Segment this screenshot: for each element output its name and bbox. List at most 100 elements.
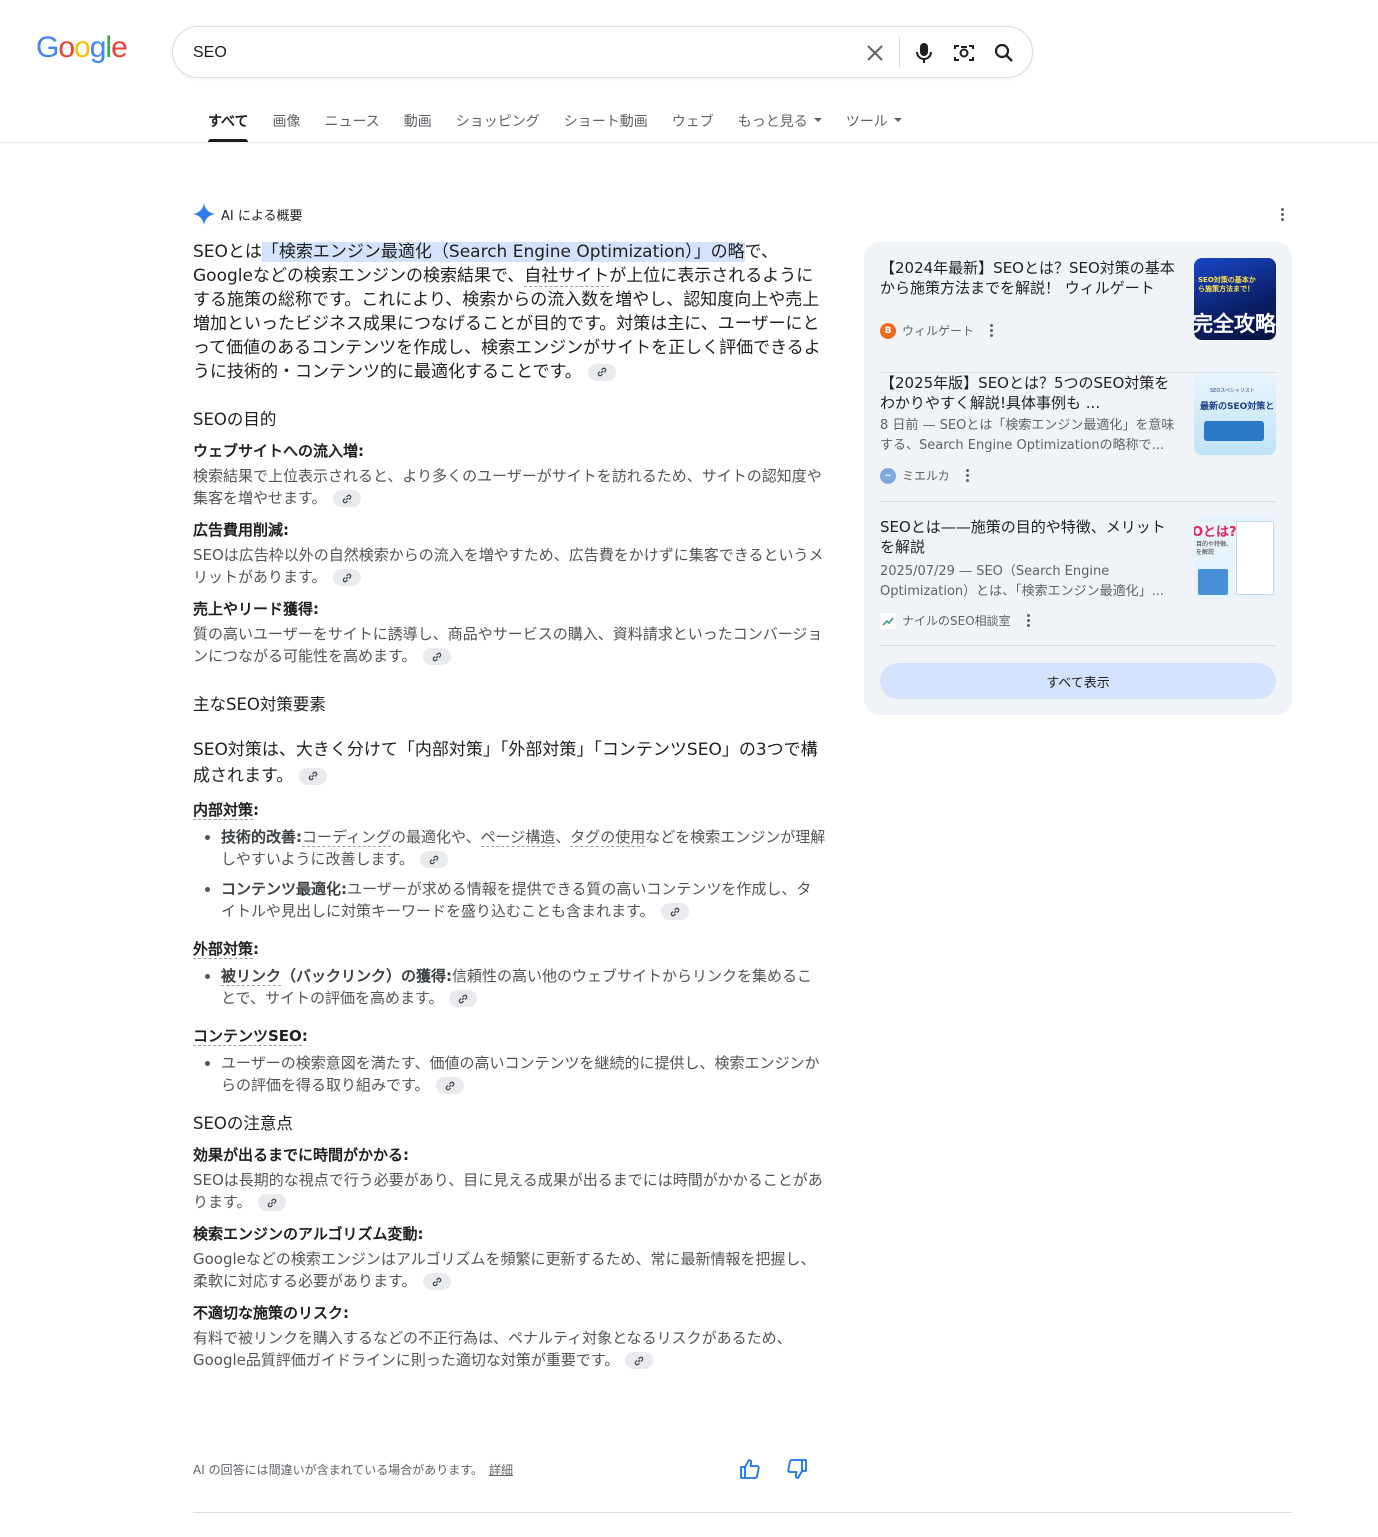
- logo-letter: g: [89, 31, 107, 64]
- source-snippet: 8 日前 — SEOとは「検索エンジン最適化」を意味する、Search Engi…: [880, 418, 1175, 453]
- ai-overview-more-icon[interactable]: [1281, 208, 1285, 224]
- content-seo-link[interactable]: コンテンツSEO: [193, 1027, 302, 1046]
- internal-measures-link[interactable]: 内部対策: [193, 801, 254, 820]
- caution-item-title: 検索エンジンのアルゴリズム変動:: [193, 1225, 424, 1243]
- elements-lead: SEO対策は、大きく分けて「内部対策」「外部対策」「コンテンツSEO」の3つで構…: [193, 737, 826, 789]
- source-title[interactable]: SEOとは——施策の目的や特徴、メリットを解説: [880, 517, 1180, 557]
- source-site-name: ウィルゲート: [902, 324, 975, 338]
- citation-link-icon[interactable]: [625, 1352, 654, 1369]
- source-site-name: ナイルのSEO相談室: [902, 614, 1011, 628]
- intro-text: SEOとは: [193, 242, 262, 262]
- tab-shopping[interactable]: ショッピング: [456, 111, 540, 142]
- source-separator: [880, 501, 1276, 502]
- list-item-bold: 技術的改善:: [221, 828, 302, 846]
- citation-link-icon[interactable]: [332, 490, 361, 507]
- ai-overview-label: AI による概要: [221, 208, 303, 224]
- microphone-icon[interactable]: [912, 41, 936, 65]
- caution-item-text: Googleなどの検索エンジンはアルゴリズムを頻繁に更新するため、常に最新情報を…: [193, 1248, 826, 1292]
- intro-link-own-site[interactable]: 自社サイト: [524, 266, 610, 287]
- disclaimer-text: AI の回答には間違いが含まれている場合があります。: [193, 1463, 484, 1477]
- purpose-item-title: 広告費用削減:: [193, 521, 289, 539]
- source-item[interactable]: 【2025年版】SEOとは？5つのSEO対策をわかりやすく解説!具体事例も ..…: [880, 373, 1276, 502]
- citation-link-icon[interactable]: [299, 767, 328, 785]
- source-item[interactable]: 【2024年最新】SEOとは？SEO対策の基本から施策方法までを解説！ ウィルゲ…: [880, 258, 1276, 373]
- external-measures-link[interactable]: 外部対策: [193, 940, 254, 959]
- list-item-bold: （バックリンク）の獲得:: [281, 967, 453, 985]
- mieruca-favicon-icon: ~: [880, 467, 896, 484]
- citation-link-icon[interactable]: [449, 990, 478, 1007]
- source-title[interactable]: 【2025年版】SEOとは？5つのSEO対策をわかりやすく解説!具体事例も ..…: [880, 373, 1180, 413]
- source-item[interactable]: SEOとは——施策の目的や特徴、メリットを解説 2025/07/29 — SEO…: [880, 517, 1276, 646]
- google-logo[interactable]: Google: [36, 31, 128, 65]
- link-tag-usage[interactable]: タグの使用: [570, 828, 646, 847]
- show-all-sources-button[interactable]: すべて表示: [880, 663, 1276, 699]
- thumbnail-text: 完全攻略: [1194, 312, 1276, 336]
- thumbnail-subtext: SEO対策の基本から施策方法まで！: [1198, 276, 1256, 293]
- search-box: [172, 26, 1033, 78]
- list-item: コンテンツ最適化:ユーザーが求める情報を提供できる質の高いコンテンツを作成し、タ…: [221, 878, 826, 922]
- source-site: ~ ミエルカ: [880, 467, 970, 484]
- tab-news[interactable]: ニュース: [324, 111, 379, 142]
- caution-text: SEOは長期的な視点で行う必要があり、目に見える成果が出るまでには時間がかかるこ…: [193, 1171, 823, 1211]
- citation-link-icon[interactable]: [257, 1194, 286, 1211]
- caution-text: 有料で被リンクを購入するなどの不正行為は、ペナルティ対象となるリスクがあるため、…: [193, 1329, 792, 1369]
- thumbnail-shape: [1204, 421, 1264, 441]
- source-more-icon[interactable]: [1026, 613, 1031, 630]
- list-item: 技術的改善:コーディングの最適化や、ページ構造、タグの使用などを検索エンジンが理…: [221, 826, 826, 870]
- lens-camera-icon[interactable]: [952, 41, 976, 65]
- citation-link-icon[interactable]: [422, 1273, 451, 1290]
- source-thumbnail[interactable]: Oとは? 目的や特徴、を解説: [1194, 517, 1276, 599]
- clear-icon[interactable]: [863, 41, 887, 65]
- tab-images[interactable]: 画像: [272, 111, 300, 142]
- section-heading-cautions: SEOの注意点: [193, 1114, 293, 1133]
- source-title[interactable]: 【2024年最新】SEOとは？SEO対策の基本から施策方法までを解説！ ウィルゲ…: [880, 258, 1180, 298]
- willgate-favicon-icon: B: [880, 322, 896, 339]
- tab-label: ニュース: [324, 114, 380, 130]
- list-item: 被リンク（バックリンク）の獲得:信頼性の高い他のウェブサイトからリンクを集めるこ…: [221, 965, 826, 1009]
- citation-link-icon[interactable]: [332, 569, 361, 586]
- thumbs-down-icon[interactable]: [786, 1458, 808, 1480]
- citation-link-icon[interactable]: [660, 903, 689, 920]
- tab-more[interactable]: もっと見る: [738, 111, 822, 142]
- ai-overview-header: AI による概要: [193, 203, 302, 225]
- link-page-structure[interactable]: ページ構造: [480, 828, 556, 847]
- list-text: ユーザーの検索意図を満たす、価値の高いコンテンツを継続的に提供し、検索エンジンか…: [221, 1054, 820, 1094]
- search-icon[interactable]: [992, 41, 1016, 65]
- thumbnail-subtext: SEOスペシャリスト: [1210, 388, 1255, 394]
- citation-link-icon[interactable]: [420, 851, 449, 868]
- list-item-bold: コンテンツ最適化:: [221, 880, 347, 898]
- purpose-text: 質の高いユーザーをサイトに誘導し、商品やサービスの購入、資料請求といったコンバー…: [193, 625, 823, 665]
- ai-overview-body: SEOとは「検索エンジン最適化（Search Engine Optimizati…: [193, 240, 826, 1371]
- internal-measures-title: 内部対策:: [193, 801, 260, 820]
- tab-label: 画像: [272, 114, 301, 130]
- source-more-icon[interactable]: [965, 468, 970, 485]
- caret-down-icon: [893, 118, 902, 122]
- tab-label: ショート動画: [563, 114, 648, 130]
- citation-link-icon[interactable]: [422, 648, 451, 665]
- citation-link-icon[interactable]: [587, 363, 616, 381]
- source-more-icon[interactable]: [990, 323, 994, 340]
- source-site: B ウィルゲート: [880, 322, 994, 339]
- logo-letter: G: [36, 31, 59, 64]
- backlink-link[interactable]: 被リンク: [221, 967, 282, 986]
- tab-short-videos[interactable]: ショート動画: [564, 111, 648, 142]
- search-input[interactable]: [193, 40, 833, 66]
- tab-label: すべて: [208, 114, 249, 130]
- thumbnail-shape: [1198, 569, 1228, 595]
- source-thumbnail[interactable]: SEO対策の基本から施策方法まで！ 完全攻略: [1194, 258, 1276, 340]
- tab-web[interactable]: ウェブ: [672, 111, 714, 142]
- source-thumbnail[interactable]: SEOスペシャリスト 最新のSEO対策と: [1194, 373, 1276, 455]
- thumbnail-subtext: 目的や特徴、を解説: [1196, 541, 1233, 556]
- thumbnail-shape: [1236, 521, 1274, 595]
- tab-tools[interactable]: ツール: [846, 111, 902, 142]
- tab-all[interactable]: すべて: [208, 111, 249, 142]
- details-link[interactable]: 詳細: [489, 1463, 513, 1477]
- tab-videos[interactable]: 動画: [404, 111, 432, 142]
- link-coding[interactable]: コーディング: [302, 828, 391, 847]
- source-site: ナイルのSEO相談室: [880, 612, 1031, 629]
- citation-link-icon[interactable]: [435, 1077, 464, 1094]
- purpose-item-title: 売上やリード獲得:: [193, 600, 319, 618]
- source-snippet: 2025/07/29 — SEO（Search Engine Optimizat…: [880, 564, 1165, 599]
- thumbs-up-icon[interactable]: [739, 1458, 761, 1480]
- purpose-text: 検索結果で上位表示されると、より多くのユーザーがサイトを訪れるため、サイトの認知…: [193, 467, 822, 507]
